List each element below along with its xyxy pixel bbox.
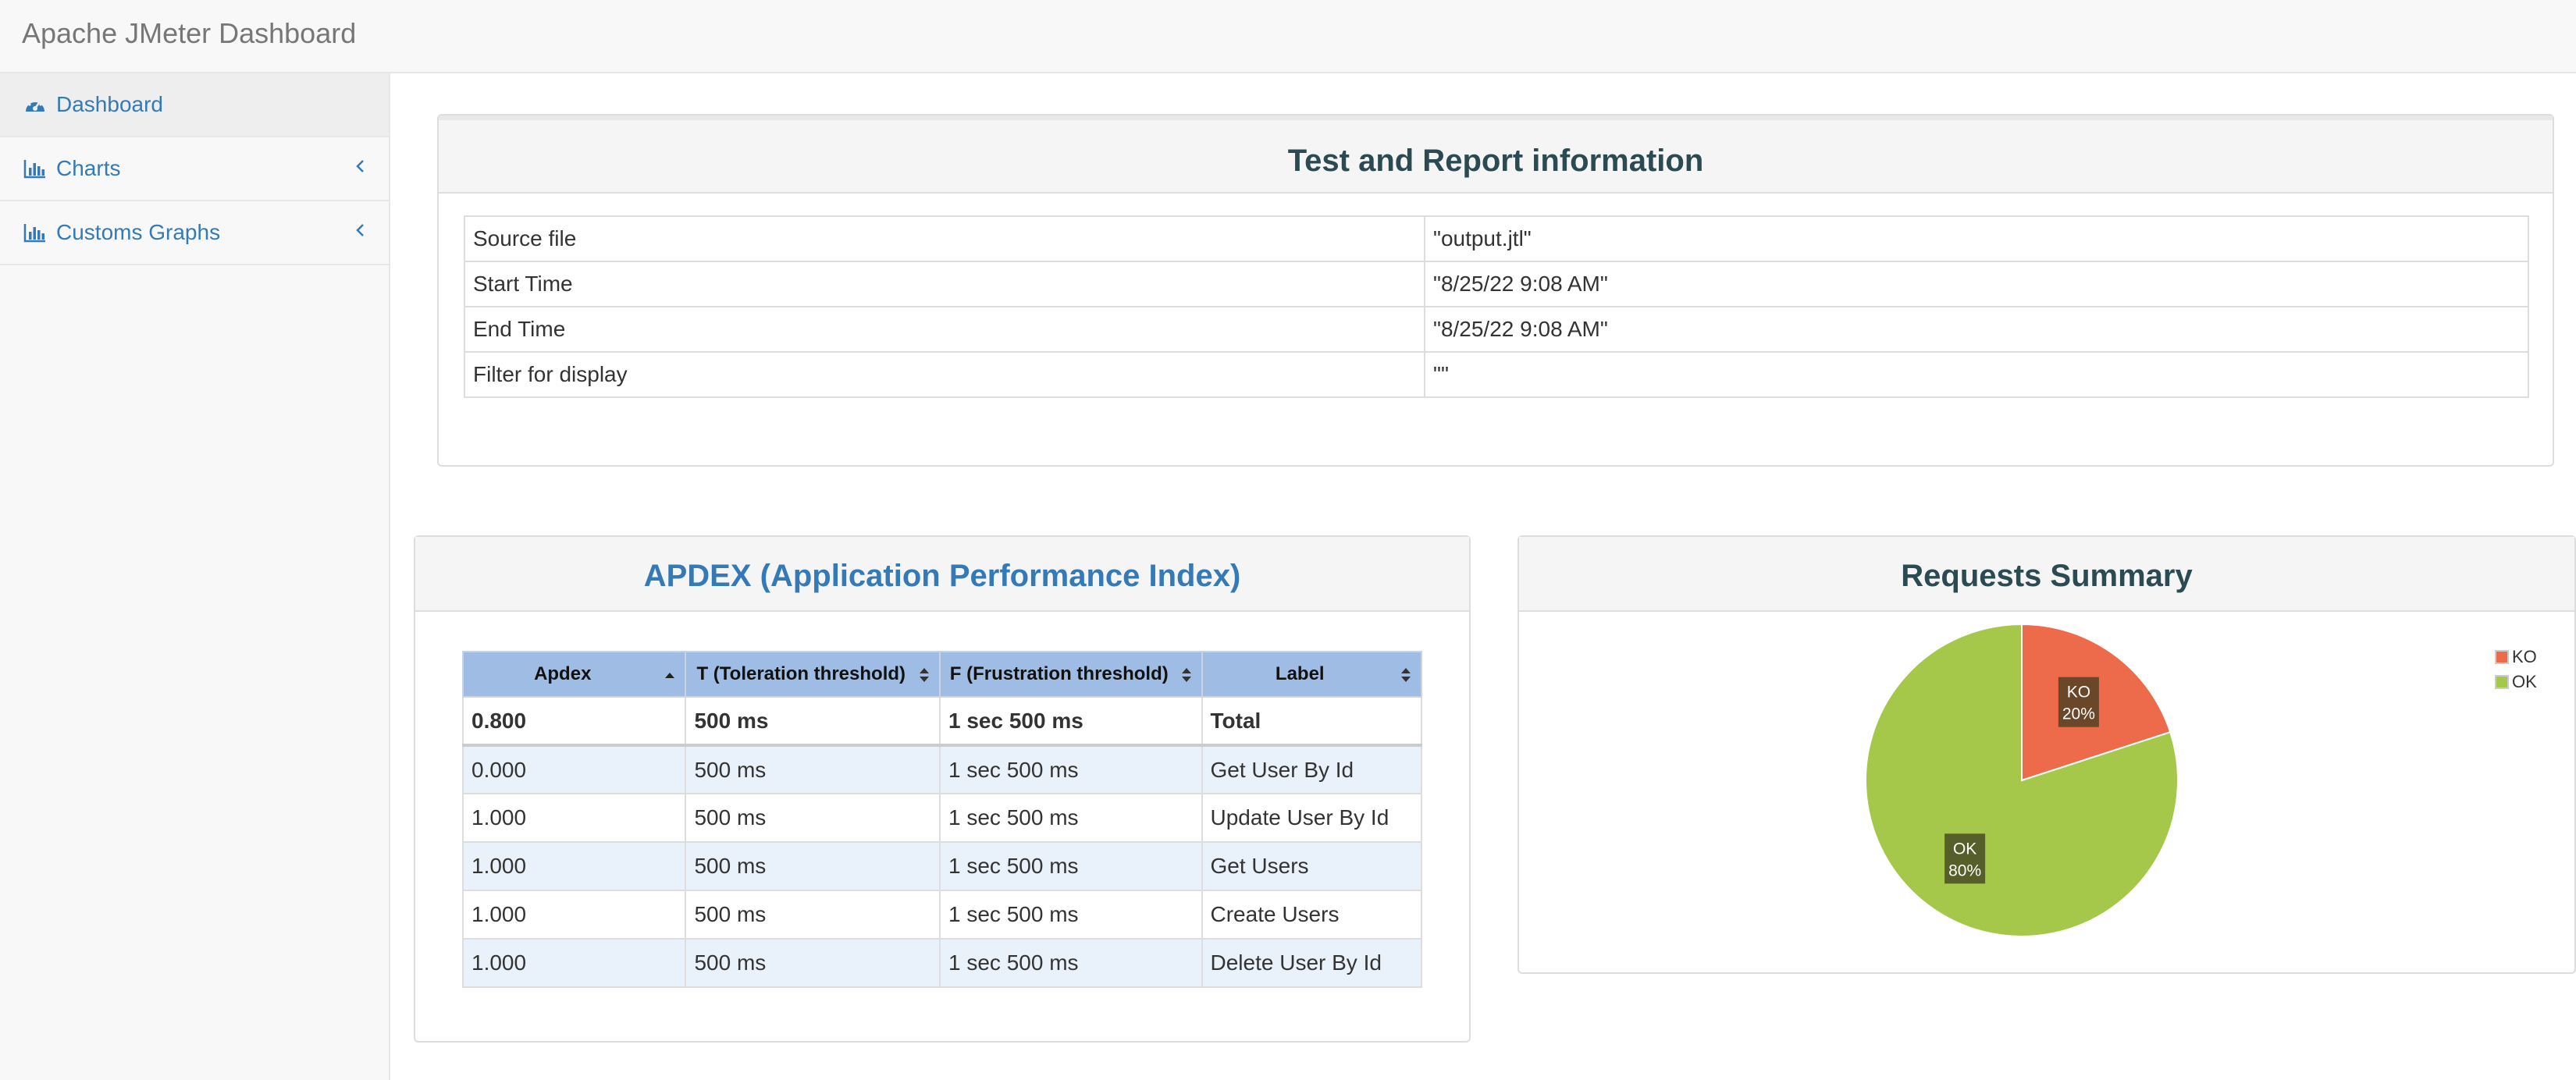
cell-apdex: 0.800 (461, 696, 687, 747)
sidebar-item-label: Charts (56, 156, 121, 180)
cell-apdex: 1.000 (461, 938, 687, 988)
legend-label: OK (2512, 672, 2537, 691)
cell-frustration: 1 sec 500 ms (939, 744, 1203, 794)
info-value: "" (1424, 351, 2529, 398)
requests-summary-title: Requests Summary (1519, 537, 2574, 612)
info-key: End Time (464, 306, 1425, 353)
cell-toleration: 500 ms (685, 890, 941, 940)
table-row: End Time "8/25/22 9:08 AM" (464, 306, 2529, 353)
dashboard-icon (26, 99, 44, 112)
cell-toleration: 500 ms (685, 938, 941, 988)
column-header-label: F (Frustration threshold) (949, 663, 1169, 684)
pie-label-percent: 20% (2062, 705, 2095, 723)
column-header-label: Apdex (534, 663, 592, 684)
sort-both-icon (920, 668, 929, 682)
cell-frustration: 1 sec 500 ms (939, 793, 1203, 843)
sidebar-item-label: Customs Graphs (56, 220, 221, 244)
sort-both-icon (1401, 668, 1411, 682)
table-row: Source file "output.jtl" (464, 215, 2529, 262)
pie-label-name: OK (1953, 840, 1976, 858)
chevron-left-icon[interactable] (354, 222, 365, 239)
sidebar: Dashboard Charts Customs Graphs (0, 73, 390, 1080)
test-info-title: Test and Report information (439, 115, 2553, 194)
sidebar-item-dashboard[interactable]: Dashboard (0, 73, 389, 137)
pie-label-name: KO (2067, 684, 2090, 702)
cell-toleration: 500 ms (685, 841, 941, 891)
sidebar-item-customs-graphs[interactable]: Customs Graphs (0, 201, 389, 265)
table-row: Filter for display "" (464, 351, 2529, 398)
table-row: 1.000 500 ms 1 sec 500 ms Update User By… (461, 793, 1423, 843)
apdex-panel: APDEX (Application Performance Index) Ap… (414, 535, 1471, 1043)
cell-toleration: 500 ms (685, 696, 941, 747)
cell-apdex: 1.000 (461, 890, 687, 940)
legend-item-ok[interactable]: OK (2495, 670, 2537, 695)
column-header-label: T (Toleration threshold) (696, 663, 906, 684)
cell-label: Get User By Id (1201, 744, 1423, 794)
cell-apdex: 1.000 (461, 793, 687, 843)
chevron-left-icon[interactable] (354, 158, 365, 175)
pie-label-ko: KO 20% (2058, 677, 2099, 727)
pie-label-percent: 80% (1948, 862, 1981, 879)
cell-frustration: 1 sec 500 ms (939, 938, 1203, 988)
pie-legend: KO OK (2495, 645, 2537, 695)
cell-toleration: 500 ms (685, 793, 941, 843)
app-title[interactable]: Apache JMeter Dashboard (22, 17, 356, 50)
bar-chart-icon (23, 160, 45, 179)
cell-label: Create Users (1201, 890, 1423, 940)
bar-chart-icon (23, 224, 45, 243)
sort-asc-icon (665, 673, 675, 678)
table-row: Start Time "8/25/22 9:08 AM" (464, 261, 2529, 307)
pie-label-ok: OK 80% (1944, 833, 1986, 884)
cell-frustration: 1 sec 500 ms (939, 890, 1203, 940)
cell-label: Get Users (1201, 841, 1423, 891)
table-row: 0.000 500 ms 1 sec 500 ms Get User By Id (461, 744, 1423, 794)
requests-summary-pie: KO 20% OK 80% (1865, 623, 2179, 937)
requests-summary-panel: Requests Summary KO 20% OK 80% KO OK (1517, 535, 2576, 974)
top-navbar: Apache JMeter Dashboard (0, 0, 2576, 73)
apdex-title[interactable]: APDEX (Application Performance Index) (415, 537, 1469, 612)
cell-apdex: 1.000 (461, 841, 687, 891)
column-header-label-col[interactable]: Label (1201, 651, 1423, 698)
test-info-table: Source file "output.jtl" Start Time "8/2… (464, 215, 2529, 398)
cell-label: Delete User By Id (1201, 938, 1423, 988)
sort-both-icon (1181, 668, 1191, 682)
cell-frustration: 1 sec 500 ms (939, 841, 1203, 891)
legend-swatch-ok (2495, 675, 2509, 689)
table-row-total: 0.800 500 ms 1 sec 500 ms Total (461, 696, 1423, 747)
info-key: Filter for display (464, 351, 1425, 398)
sidebar-item-label: Dashboard (56, 92, 163, 116)
column-header-frustration[interactable]: F (Frustration threshold) (939, 651, 1203, 698)
info-value: "8/25/22 9:08 AM" (1424, 261, 2529, 307)
info-key: Start Time (464, 261, 1425, 307)
cell-label: Update User By Id (1201, 793, 1423, 843)
info-key: Source file (464, 215, 1425, 262)
table-header-row: Apdex T (Toleration threshold) F (Frustr… (461, 651, 1423, 698)
table-row: 1.000 500 ms 1 sec 500 ms Create Users (461, 890, 1423, 940)
info-value: "8/25/22 9:08 AM" (1424, 306, 2529, 353)
sidebar-item-charts[interactable]: Charts (0, 137, 389, 201)
apdex-table: Apdex T (Toleration threshold) F (Frustr… (461, 651, 1423, 988)
legend-item-ko[interactable]: KO (2495, 645, 2537, 670)
column-header-apdex[interactable]: Apdex (461, 651, 687, 698)
cell-label: Total (1201, 696, 1423, 747)
table-row: 1.000 500 ms 1 sec 500 ms Delete User By… (461, 938, 1423, 988)
cell-frustration: 1 sec 500 ms (939, 696, 1203, 747)
column-header-toleration[interactable]: T (Toleration threshold) (685, 651, 941, 698)
cell-apdex: 0.000 (461, 744, 687, 794)
test-info-panel: Test and Report information Source file … (437, 114, 2554, 467)
legend-label: KO (2512, 647, 2537, 666)
column-header-label: Label (1275, 663, 1325, 684)
table-row: 1.000 500 ms 1 sec 500 ms Get Users (461, 841, 1423, 891)
info-value: "output.jtl" (1424, 215, 2529, 262)
cell-toleration: 500 ms (685, 744, 941, 794)
legend-swatch-ko (2495, 650, 2509, 664)
